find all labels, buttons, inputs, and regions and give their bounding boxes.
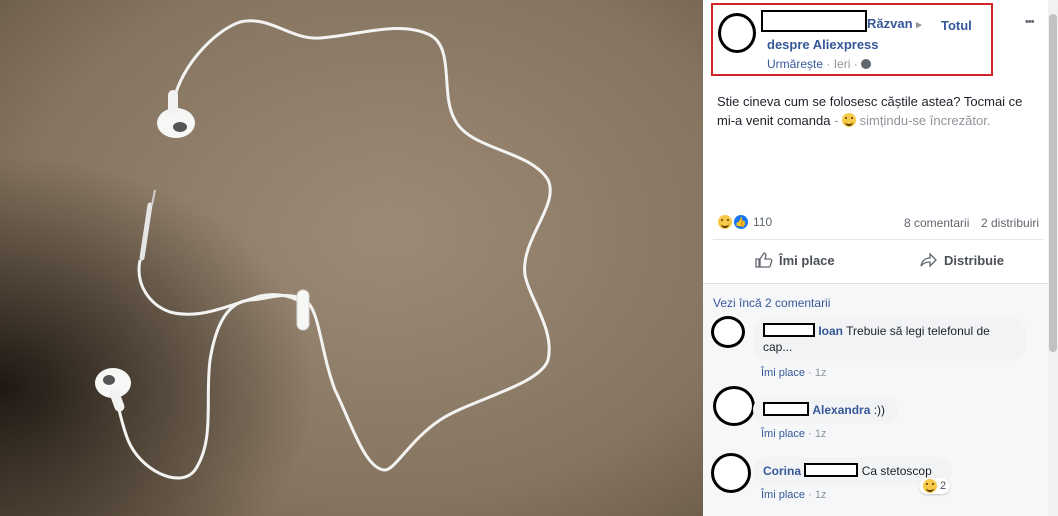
- comment-reaction-count: 2: [940, 480, 947, 492]
- follow-link[interactable]: Urmărește: [767, 57, 823, 71]
- comment-like-link[interactable]: Îmi place: [761, 367, 805, 379]
- comment-time[interactable]: 1z: [815, 367, 827, 379]
- commenter-avatar[interactable]: [711, 453, 751, 493]
- post-photo[interactable]: [0, 0, 703, 516]
- comment-actions: Îmi place · 1z: [761, 489, 827, 501]
- divider-top: [713, 239, 1043, 240]
- haha-reaction-icon: [923, 479, 937, 493]
- comment-like-link[interactable]: Îmi place: [761, 489, 805, 501]
- globe-icon: [861, 59, 872, 69]
- more-options-button[interactable]: •••: [1025, 16, 1035, 28]
- comment-time[interactable]: 1z: [815, 428, 827, 440]
- post-meta: Urmărește · Ieri ·: [767, 57, 872, 71]
- share-count[interactable]: 2 distribuiri: [981, 216, 1039, 230]
- share-button-label: Distribuie: [944, 252, 1004, 268]
- reaction-summary[interactable]: 👍 110: [718, 215, 772, 229]
- feeling-text: simțindu-se încrezător.: [859, 113, 991, 128]
- post-text-block: Stie cineva cum se folosesc căștile aste…: [717, 92, 1037, 130]
- redacted-name: [804, 463, 859, 477]
- comment-text: :)): [873, 403, 886, 417]
- scrollbar[interactable]: [1048, 0, 1058, 516]
- comment-like-link[interactable]: Îmi place: [761, 428, 805, 440]
- view-more-comments-link[interactable]: Vezi încă 2 comentarii: [713, 296, 830, 310]
- post-time[interactable]: Ieri: [834, 57, 851, 71]
- commenter-avatar[interactable]: [711, 316, 745, 348]
- meta-sep-2: ·: [853, 57, 858, 71]
- meta-sep: ·: [826, 57, 831, 71]
- facebook-post-viewer: Răzvan ▸ Totul despre Aliexpress Urmăreș…: [0, 0, 1058, 516]
- comment-text: Ca stetoscop: [861, 464, 932, 478]
- comment-actions: Îmi place · 1z: [761, 428, 827, 440]
- comment-count[interactable]: 8 comentarii: [904, 216, 969, 230]
- like-reaction-icon: 👍: [734, 215, 748, 229]
- share-arrow-icon: [920, 252, 937, 268]
- author-avatar[interactable]: [718, 13, 756, 53]
- redacted-name: [763, 402, 809, 416]
- commenter-name[interactable]: Ioan: [818, 324, 843, 338]
- commenter-name[interactable]: Corina: [763, 464, 801, 478]
- like-button[interactable]: Îmi place: [755, 252, 835, 268]
- commenter-name[interactable]: Alexandra: [812, 403, 870, 417]
- scrollbar-thumb[interactable]: [1049, 14, 1057, 352]
- comment-reaction-badge[interactable]: 2: [919, 478, 951, 494]
- comment-bubble: Ioan Trebuie să legi telefonul de cap...: [753, 317, 1026, 361]
- earphones-photo: [0, 0, 703, 516]
- smiling-emoji-icon: [842, 113, 857, 127]
- group-name[interactable]: Totul despre Aliexpress: [767, 16, 982, 54]
- dash: -: [834, 113, 839, 128]
- comment-bubble: Alexandra :)): [753, 396, 898, 424]
- reaction-count: 110: [753, 215, 773, 229]
- thumbs-up-icon: [755, 252, 773, 268]
- like-button-label: Îmi place: [779, 252, 835, 268]
- haha-reaction-icon: [718, 215, 732, 229]
- redacted-name: [763, 323, 815, 337]
- commenter-avatar[interactable]: [713, 386, 755, 426]
- share-button[interactable]: Distribuie: [920, 252, 1004, 268]
- comment-actions: Îmi place · 1z: [761, 367, 827, 379]
- post-panel: Răzvan ▸ Totul despre Aliexpress Urmăreș…: [703, 0, 1058, 516]
- comment-time[interactable]: 1z: [815, 489, 827, 501]
